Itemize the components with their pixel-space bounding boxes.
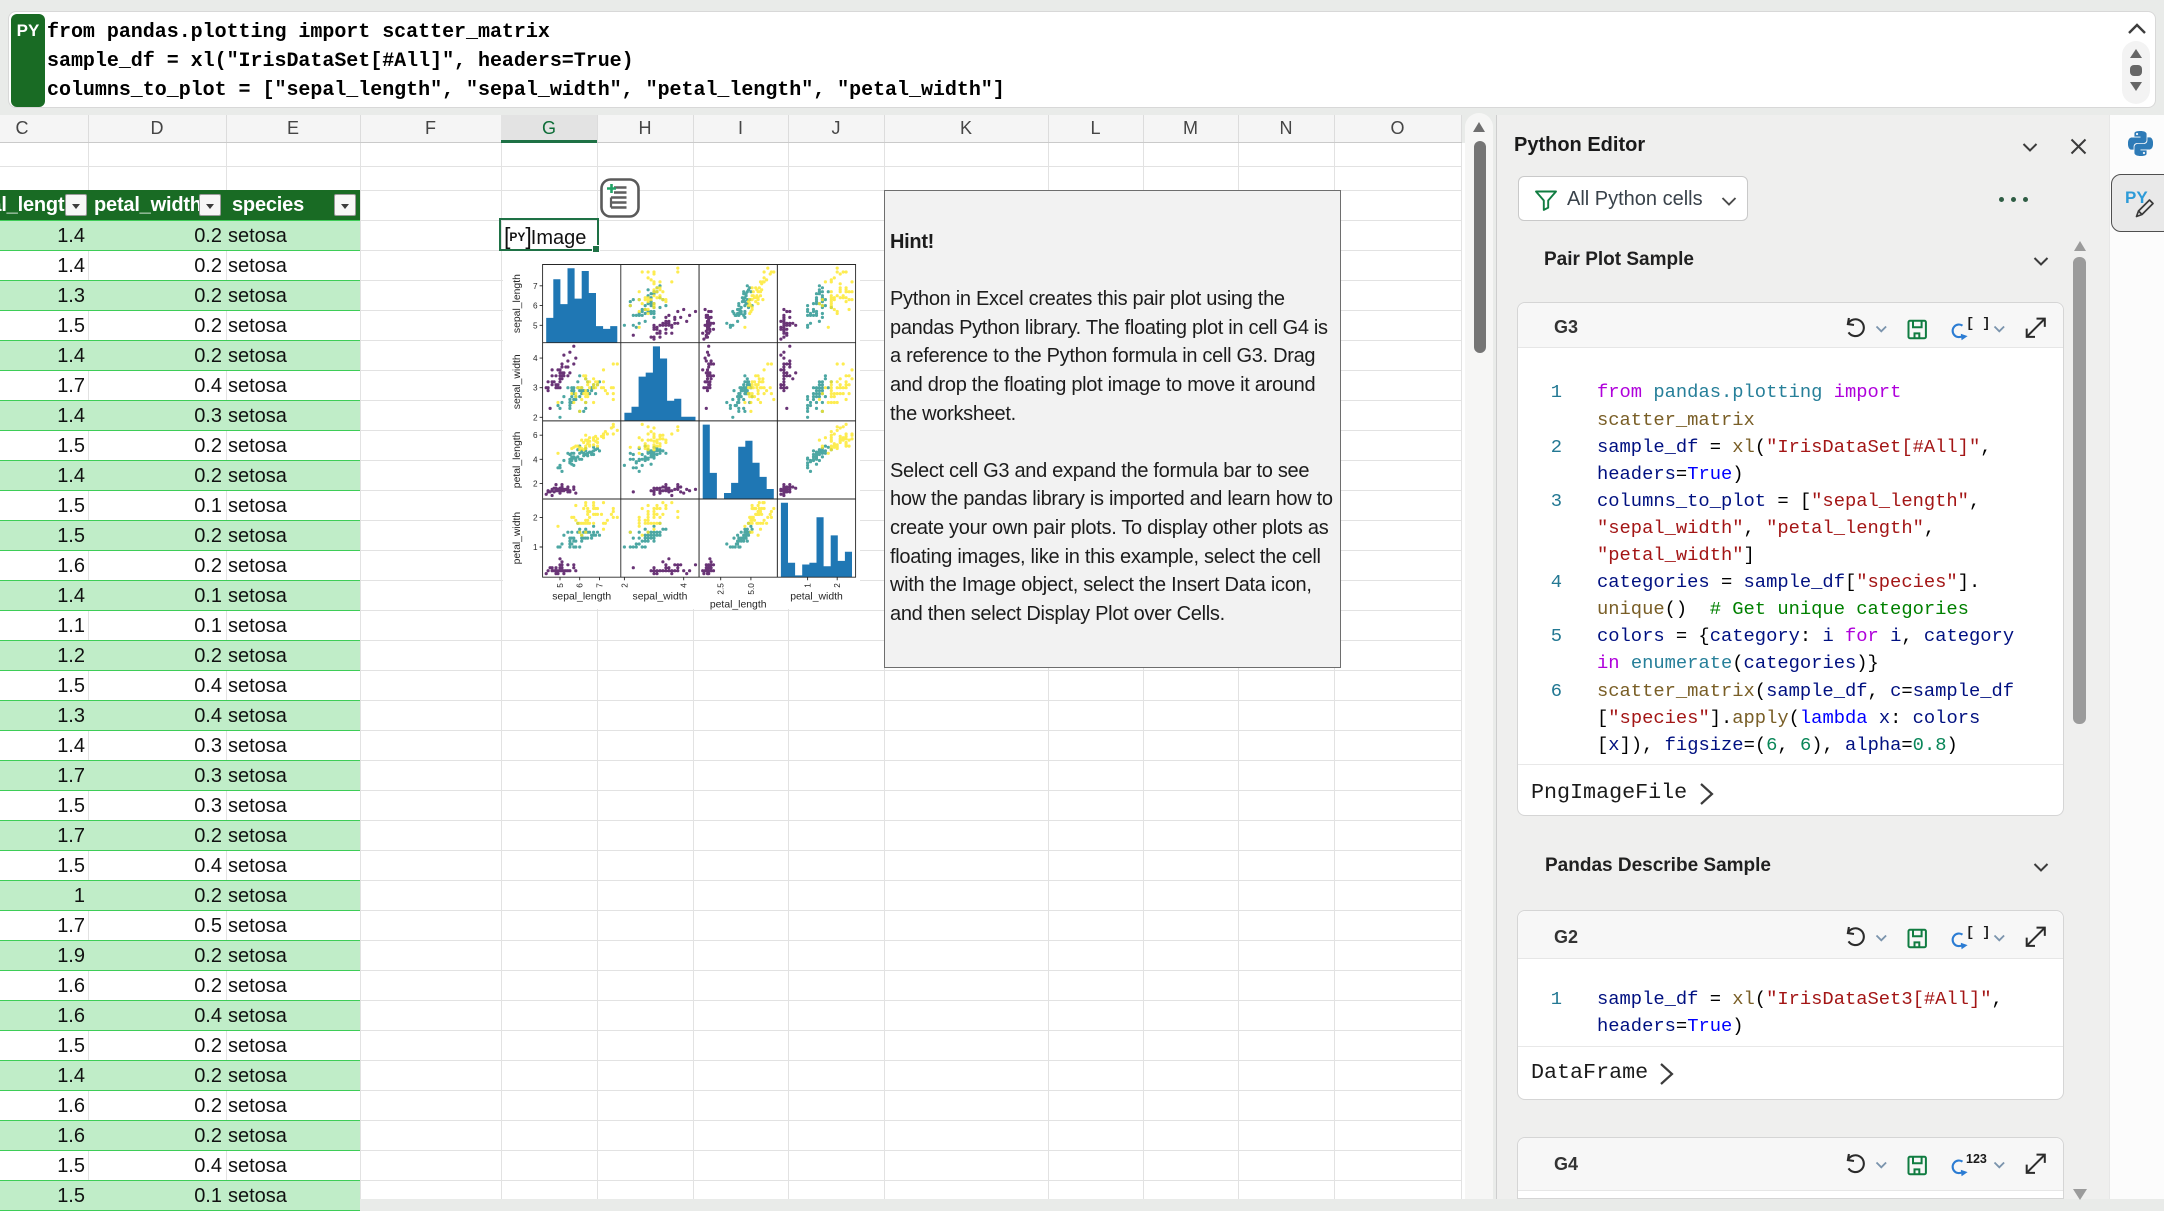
- svg-text:6: 6: [576, 583, 585, 588]
- svg-text:2: 2: [620, 583, 629, 588]
- svg-text:4: 4: [680, 583, 689, 588]
- svg-text:sepal_width: sepal_width: [633, 592, 688, 603]
- svg-text:petal_length: petal_length: [512, 431, 523, 488]
- svg-text:4: 4: [533, 354, 538, 363]
- svg-text:6: 6: [533, 431, 538, 440]
- svg-text:2.5: 2.5: [717, 583, 726, 595]
- svg-text:petal_width: petal_width: [790, 592, 843, 603]
- svg-text:sepal_length: sepal_length: [512, 274, 523, 333]
- svg-text:5: 5: [556, 583, 565, 588]
- svg-text:3: 3: [533, 384, 538, 393]
- svg-text:2: 2: [533, 413, 538, 422]
- svg-text:6: 6: [533, 302, 538, 311]
- svg-text:sepal_width: sepal_width: [512, 354, 523, 409]
- svg-text:[ ]: [ ]: [1966, 317, 1990, 332]
- svg-text:7: 7: [596, 583, 605, 588]
- svg-text:123: 123: [1966, 1152, 1987, 1166]
- svg-text:[ ]: [ ]: [1966, 926, 1990, 941]
- svg-text:2: 2: [533, 479, 538, 488]
- svg-text:sepal_length: sepal_length: [552, 592, 611, 603]
- svg-text:petal_length: petal_length: [710, 600, 767, 611]
- svg-text:7: 7: [533, 282, 538, 291]
- svg-text:1: 1: [533, 543, 538, 552]
- svg-text:4: 4: [533, 455, 538, 464]
- svg-text:2: 2: [833, 583, 842, 588]
- svg-text:2: 2: [533, 513, 538, 522]
- svg-text:petal_width: petal_width: [512, 512, 523, 565]
- svg-text:5.0: 5.0: [747, 583, 756, 595]
- svg-text:1: 1: [804, 583, 813, 588]
- svg-text:5: 5: [533, 321, 538, 330]
